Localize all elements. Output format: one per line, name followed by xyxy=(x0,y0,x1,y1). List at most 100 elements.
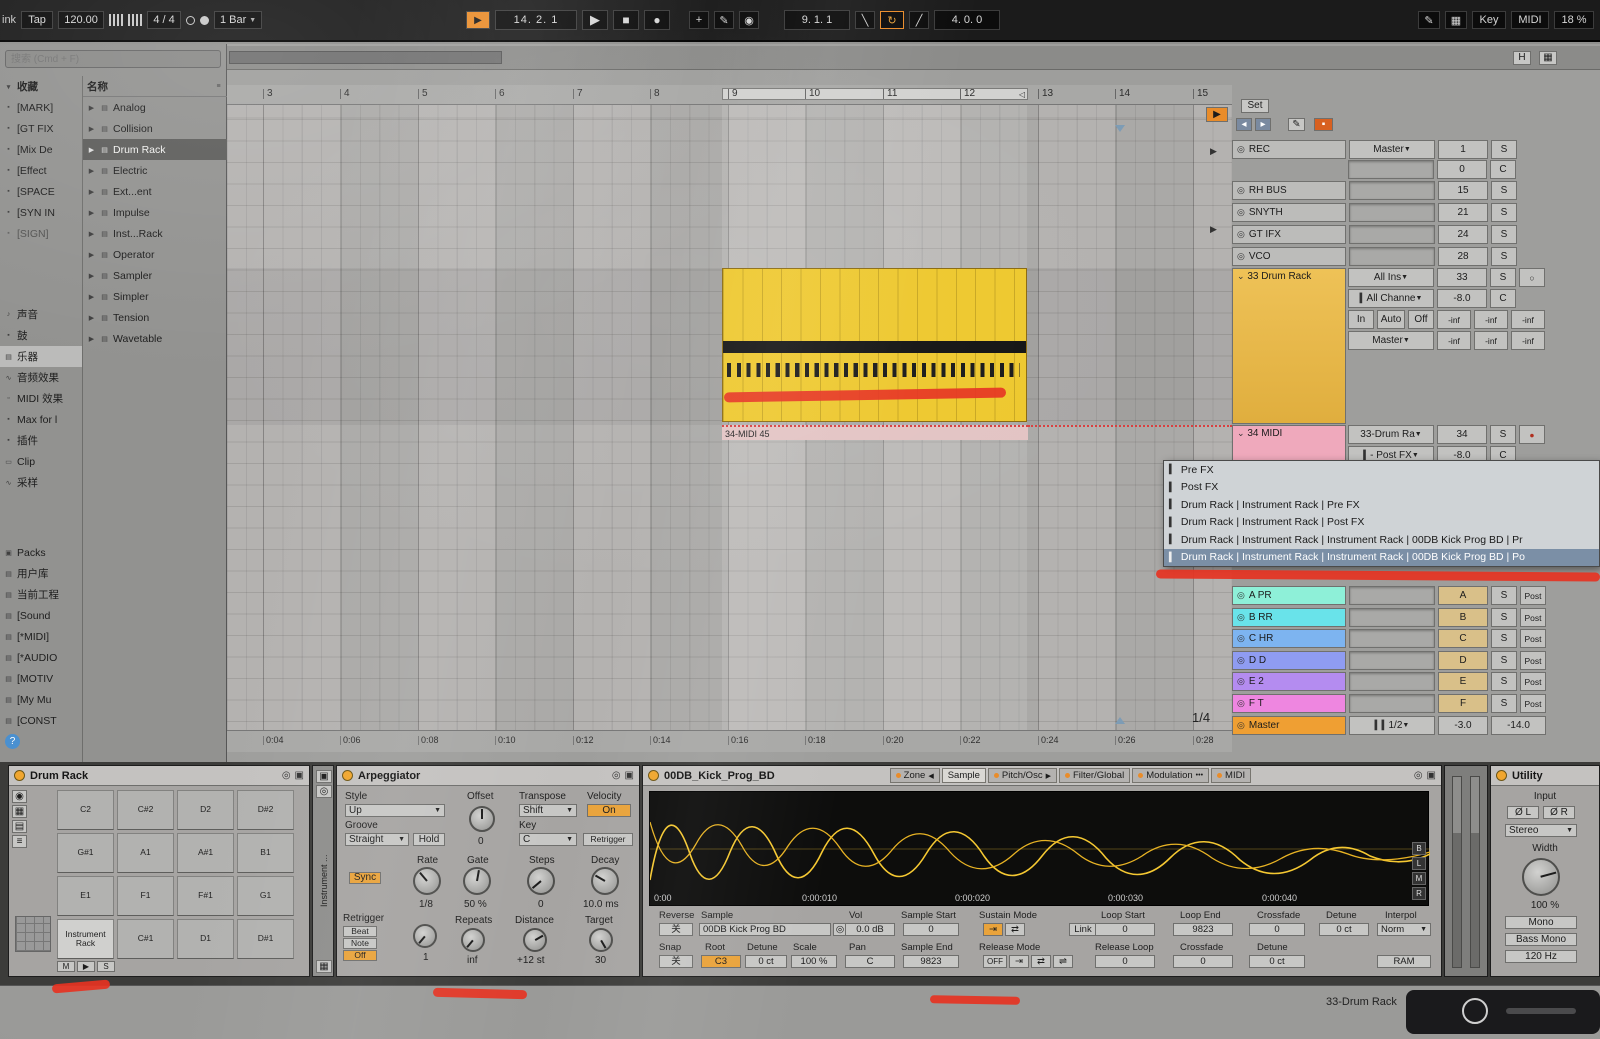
device-folder[interactable]: ▶▤Analog xyxy=(83,97,227,118)
place-current-project[interactable]: ▤当前工程 xyxy=(0,584,82,605)
wave-side-button[interactable]: B xyxy=(1412,842,1426,855)
monitor-in-button[interactable]: In xyxy=(1348,310,1374,329)
device-folder-drum-rack[interactable]: ▶▤Drum Rack xyxy=(83,139,227,160)
phase-right-button[interactable]: Ø R xyxy=(1543,806,1575,819)
arrangement-position-display[interactable]: 14. 2. 1 xyxy=(495,10,577,30)
release-loop-icon[interactable]: ⇄ xyxy=(1031,955,1051,968)
track-header-snyth[interactable]: ◎SNYTH xyxy=(1232,203,1346,222)
arm-button[interactable]: ● xyxy=(1519,425,1545,444)
key-map-button[interactable]: Key xyxy=(1472,11,1506,29)
place-folder[interactable]: ▤[*AUDIO xyxy=(0,647,82,668)
post-button[interactable]: Post xyxy=(1520,694,1546,713)
device-power-icon[interactable] xyxy=(1496,770,1507,781)
return-track-c[interactable]: ◎C HR xyxy=(1232,629,1346,648)
device-folder[interactable]: ▶▤Ext...ent xyxy=(83,181,227,202)
width-knob[interactable] xyxy=(1522,858,1560,896)
hot-swap-icon[interactable]: ◎ xyxy=(1414,770,1423,781)
category-max[interactable]: ▪Max for l xyxy=(0,409,82,430)
volume-value-box[interactable]: 0 xyxy=(1437,160,1487,179)
retrigger-interval-knob[interactable] xyxy=(413,924,437,948)
hot-swap-icon[interactable]: ◎ xyxy=(316,785,332,798)
loop-end-marker-icon[interactable]: ◁ xyxy=(1019,90,1025,99)
device-folder[interactable]: ▶▤Impulse xyxy=(83,202,227,223)
drum-pad[interactable]: D#1 xyxy=(237,919,294,959)
post-button[interactable]: Post xyxy=(1520,608,1546,627)
solo-button[interactable]: S xyxy=(1491,140,1517,159)
menu-item[interactable]: ▍Pre FX xyxy=(1164,461,1599,479)
metronome-icon[interactable] xyxy=(186,16,195,25)
record-button[interactable]: ● xyxy=(644,10,670,30)
device-title-bar[interactable]: Utility xyxy=(1491,766,1599,786)
drum-pad[interactable]: D1 xyxy=(177,919,234,959)
pad-preview-icon[interactable]: ▶ xyxy=(77,961,95,972)
device-title-bar[interactable]: Drum Rack ◎▣ xyxy=(9,766,309,786)
retrigger-beat-button[interactable]: Beat xyxy=(343,926,377,937)
sample-end-box[interactable]: 9823 xyxy=(903,955,959,968)
sync-button[interactable]: Sync xyxy=(349,872,381,884)
device-folder[interactable]: ▶▤Operator xyxy=(83,244,227,265)
insert-marker-bottom-icon[interactable] xyxy=(1115,717,1125,724)
category-midi-effects[interactable]: ▫MIDI 效果 xyxy=(0,388,82,409)
root-box[interactable]: C3 xyxy=(701,955,741,968)
grid-toggle-icon[interactable]: ▦ xyxy=(1539,51,1557,65)
device-folder[interactable]: ▶▤Inst...Rack xyxy=(83,223,227,244)
channel-mode-select[interactable]: Stereo▼ xyxy=(1505,824,1577,837)
pan-box[interactable]: C xyxy=(1490,160,1516,179)
level-box[interactable]: -inf xyxy=(1511,310,1545,329)
solo-button[interactable]: S xyxy=(1490,425,1516,444)
rate-knob[interactable] xyxy=(413,867,441,895)
chain-icon[interactable]: ▣ xyxy=(316,770,332,783)
return-track-f[interactable]: ◎F T xyxy=(1232,694,1346,713)
search-input[interactable] xyxy=(5,50,221,68)
bass-mono-freq-box[interactable]: 120 Hz xyxy=(1505,950,1577,963)
track-number-box[interactable]: 34 xyxy=(1437,425,1487,444)
insert-marker-top-icon[interactable] xyxy=(1115,125,1125,132)
hold-button[interactable]: Hold xyxy=(413,833,445,846)
help-icon[interactable]: ? xyxy=(5,734,20,749)
track-number-box[interactable]: 15 xyxy=(1438,181,1488,200)
pad-solo-button[interactable]: S xyxy=(97,961,115,972)
pad-view-icon[interactable]: ▦ xyxy=(12,805,27,818)
follow-button[interactable]: ▶ xyxy=(466,11,490,29)
return-track-e[interactable]: ◎E 2 xyxy=(1232,672,1346,691)
play-button[interactable]: ▶ xyxy=(582,10,608,30)
sustain-noloop-icon[interactable]: ⇥ xyxy=(983,923,1003,936)
post-button[interactable]: Post xyxy=(1520,651,1546,670)
pad-overview-minimap[interactable] xyxy=(15,916,51,952)
grid-icon[interactable]: ▦ xyxy=(316,960,332,973)
time-signature-field[interactable]: 4 / 4 xyxy=(147,11,181,29)
returns-view-icon[interactable]: ≡ xyxy=(12,835,27,848)
category-plugins[interactable]: ▪插件 xyxy=(0,430,82,451)
category-clips[interactable]: ▭Clip xyxy=(0,451,82,472)
expander-icon[interactable]: ▶ xyxy=(87,209,96,217)
device-folder[interactable]: ▶▤Wavetable xyxy=(83,328,227,349)
reverse-button[interactable]: 关 xyxy=(659,923,693,936)
vol-box[interactable]: 0.0 dB xyxy=(845,923,895,936)
distance-knob[interactable] xyxy=(523,928,547,952)
solo-button[interactable]: S xyxy=(1491,629,1517,648)
expander-icon[interactable]: ▶ xyxy=(87,335,96,343)
category-audio-effects[interactable]: ∿音频效果 xyxy=(0,367,82,388)
release-loop-box[interactable]: 0 xyxy=(1095,955,1155,968)
track-fold-icon[interactable]: ⌄ xyxy=(1237,428,1245,438)
arrow-left-icon[interactable]: ◂ xyxy=(1236,118,1252,131)
decay-knob[interactable] xyxy=(591,867,619,895)
post-button[interactable]: Post xyxy=(1520,586,1546,605)
device-power-icon[interactable] xyxy=(648,770,659,781)
tab-modulation[interactable]: Modulation••• xyxy=(1132,768,1209,783)
track-number-box[interactable]: 24 xyxy=(1438,225,1488,244)
release-noloop-icon[interactable]: ⇥ xyxy=(1009,955,1029,968)
return-track-d[interactable]: ◎D D xyxy=(1232,651,1346,670)
fold-device-icon[interactable]: ▣ xyxy=(625,770,634,781)
menu-item[interactable]: ▍Drum Rack | Instrument Rack | Instrumen… xyxy=(1164,531,1599,549)
master-output-select[interactable]: ▍▍1/2▼ xyxy=(1349,716,1435,735)
release-pingpong-icon[interactable]: ⇌ xyxy=(1053,955,1073,968)
device-folder[interactable]: ▶▤Tension xyxy=(83,307,227,328)
solo-button[interactable]: S xyxy=(1490,268,1516,287)
back-to-arrangement-button[interactable]: H xyxy=(1513,51,1531,65)
solo-button[interactable]: S xyxy=(1491,225,1517,244)
scale-box[interactable]: 100 % xyxy=(791,955,837,968)
master-pan-box[interactable]: -14.0 xyxy=(1491,716,1546,735)
hot-swap-icon[interactable]: ◎ xyxy=(612,770,621,781)
lock-icon[interactable]: ▪ xyxy=(1314,118,1333,131)
